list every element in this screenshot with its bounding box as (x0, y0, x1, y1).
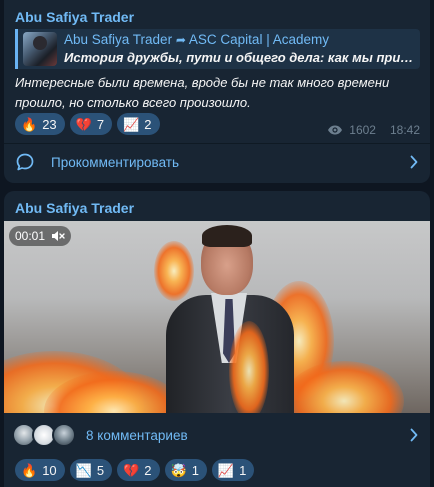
reaction-count: 5 (96, 462, 105, 478)
comment-icon (16, 153, 34, 171)
video-player[interactable]: 00:01 (4, 221, 430, 413)
flame (229, 321, 269, 413)
reaction-count: 1 (191, 462, 199, 478)
reply-text: История дружбы, пути и общего дела: как … (64, 50, 416, 65)
avatar (52, 423, 76, 447)
reaction-count: 1 (239, 462, 247, 478)
comments-button[interactable]: 8 комментариев (4, 416, 430, 454)
chart-up-icon: 📈 (217, 462, 235, 478)
reaction-count: 7 (96, 116, 105, 132)
chart-down-icon: 📉 (75, 462, 92, 478)
post-time: 18:42 (389, 123, 420, 137)
reply-target-name: ASC Capital | Academy (188, 32, 329, 47)
view-count: 1602 (349, 123, 376, 137)
reaction-mind-blown[interactable]: 🤯 1 (164, 459, 207, 481)
mind-blown-icon: 🤯 (170, 462, 187, 478)
reaction-count: 10 (42, 462, 57, 478)
reactions-bar: 🔥 23 💔 7 📈 2 (15, 113, 160, 135)
muted-speaker-icon[interactable] (51, 230, 65, 242)
channel-post: Abu Safiya Trader Abu Safiya Trader ➦ AS… (4, 0, 430, 183)
reply-source-name: Abu Safiya Trader (64, 32, 173, 47)
channel-post: Abu Safiya Trader 00:01 8 комментариев 🔥… (4, 191, 430, 487)
comment-label: Прокомментировать (51, 154, 179, 170)
reaction-broken-heart[interactable]: 💔 7 (69, 113, 113, 135)
eye-icon (328, 125, 343, 135)
post-text: Интересные были времена, вроде бы не так… (15, 75, 390, 110)
video-timestamp[interactable]: 00:01 (9, 226, 72, 246)
comment-button[interactable]: Прокомментировать (4, 143, 430, 181)
forwarded-reply-preview[interactable]: Abu Safiya Trader ➦ ASC Capital | Academ… (15, 29, 420, 69)
reply-thumbnail (23, 32, 57, 66)
fire-icon: 🔥 (21, 116, 38, 132)
fire-icon: 🔥 (21, 462, 38, 478)
reaction-count: 23 (42, 116, 57, 132)
comments-count-label: 8 комментариев (86, 427, 188, 443)
commenter-avatars (12, 423, 80, 447)
broken-heart-icon: 💔 (123, 462, 140, 478)
reactions-bar: 🔥 10 📉 5 💔 2 🤯 1 📈 1 (15, 459, 255, 481)
chart-up-icon: 📈 (123, 116, 140, 132)
reaction-chart-down[interactable]: 📉 5 (69, 459, 113, 481)
reply-title: Abu Safiya Trader ➦ ASC Capital | Academ… (64, 32, 329, 47)
broken-heart-icon: 💔 (75, 116, 92, 132)
reaction-count: 2 (144, 462, 152, 478)
reaction-broken-heart[interactable]: 💔 2 (117, 459, 160, 481)
post-meta: 1602 18:42 (327, 123, 420, 137)
post-author[interactable]: Abu Safiya Trader (15, 9, 134, 25)
video-time-label: 00:01 (15, 229, 46, 243)
flame (154, 241, 194, 301)
post-author[interactable]: Abu Safiya Trader (15, 200, 134, 216)
forward-arrow-icon: ➦ (175, 33, 186, 47)
chevron-right-icon (410, 428, 418, 442)
reaction-fire[interactable]: 🔥 10 (15, 459, 65, 481)
person-hair (202, 225, 252, 247)
reaction-chart-up[interactable]: 📈 2 (117, 113, 160, 135)
chevron-right-icon (410, 155, 418, 169)
reaction-count: 2 (144, 116, 152, 132)
reaction-chart-up[interactable]: 📈 1 (211, 459, 255, 481)
reaction-fire[interactable]: 🔥 23 (15, 113, 65, 135)
